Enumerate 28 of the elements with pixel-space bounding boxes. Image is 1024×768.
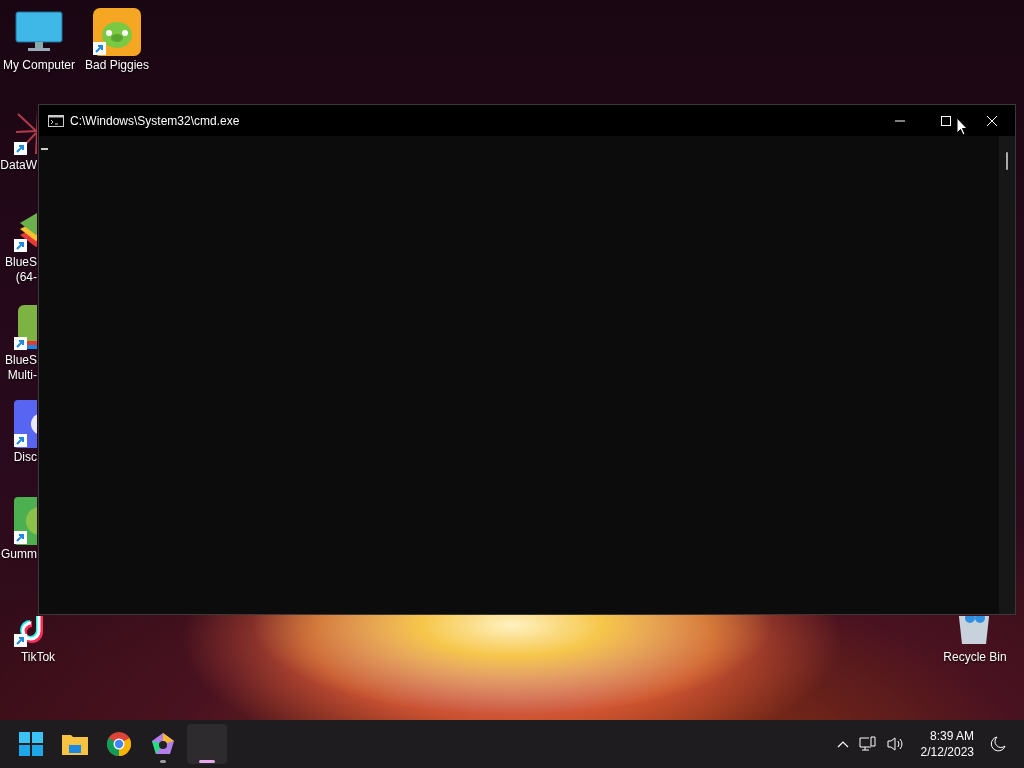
network-icon[interactable] <box>858 736 877 752</box>
close-icon <box>987 115 997 126</box>
moon-icon[interactable] <box>990 736 1006 752</box>
icon-label: Gumm <box>0 547 37 562</box>
scrollbar[interactable] <box>999 136 1015 614</box>
text-cursor <box>41 148 48 150</box>
icon-label: My Computer <box>2 58 76 73</box>
icon-label: Disc <box>12 450 37 465</box>
maximize-icon <box>941 115 951 126</box>
clock[interactable]: 8:39 AM 2/12/2023 <box>914 728 980 760</box>
volume-icon[interactable] <box>886 736 905 752</box>
windows-logo-icon <box>19 732 43 756</box>
scrollbar-thumb[interactable] <box>1006 152 1008 170</box>
icon-label: BlueS <box>3 255 37 270</box>
icon-label: Recycle Bin <box>942 650 1008 665</box>
browser-icon <box>107 732 131 756</box>
icon-label: Bad Piggies <box>83 58 150 73</box>
chevron-up-icon[interactable] <box>836 740 849 748</box>
icon-label: TikTok <box>19 650 57 665</box>
icon-label: DataW <box>0 158 37 173</box>
pentagon-app-icon <box>151 732 175 756</box>
icon-label: Multi- <box>6 368 37 383</box>
folder-icon <box>62 733 88 755</box>
taskbar-app-button[interactable] <box>187 724 227 764</box>
console-icon <box>48 114 64 127</box>
icon-label: BlueS <box>3 353 37 368</box>
window-title: C:\Windows\System32\cmd.exe <box>70 113 240 128</box>
icon-label: (64- <box>14 270 37 285</box>
